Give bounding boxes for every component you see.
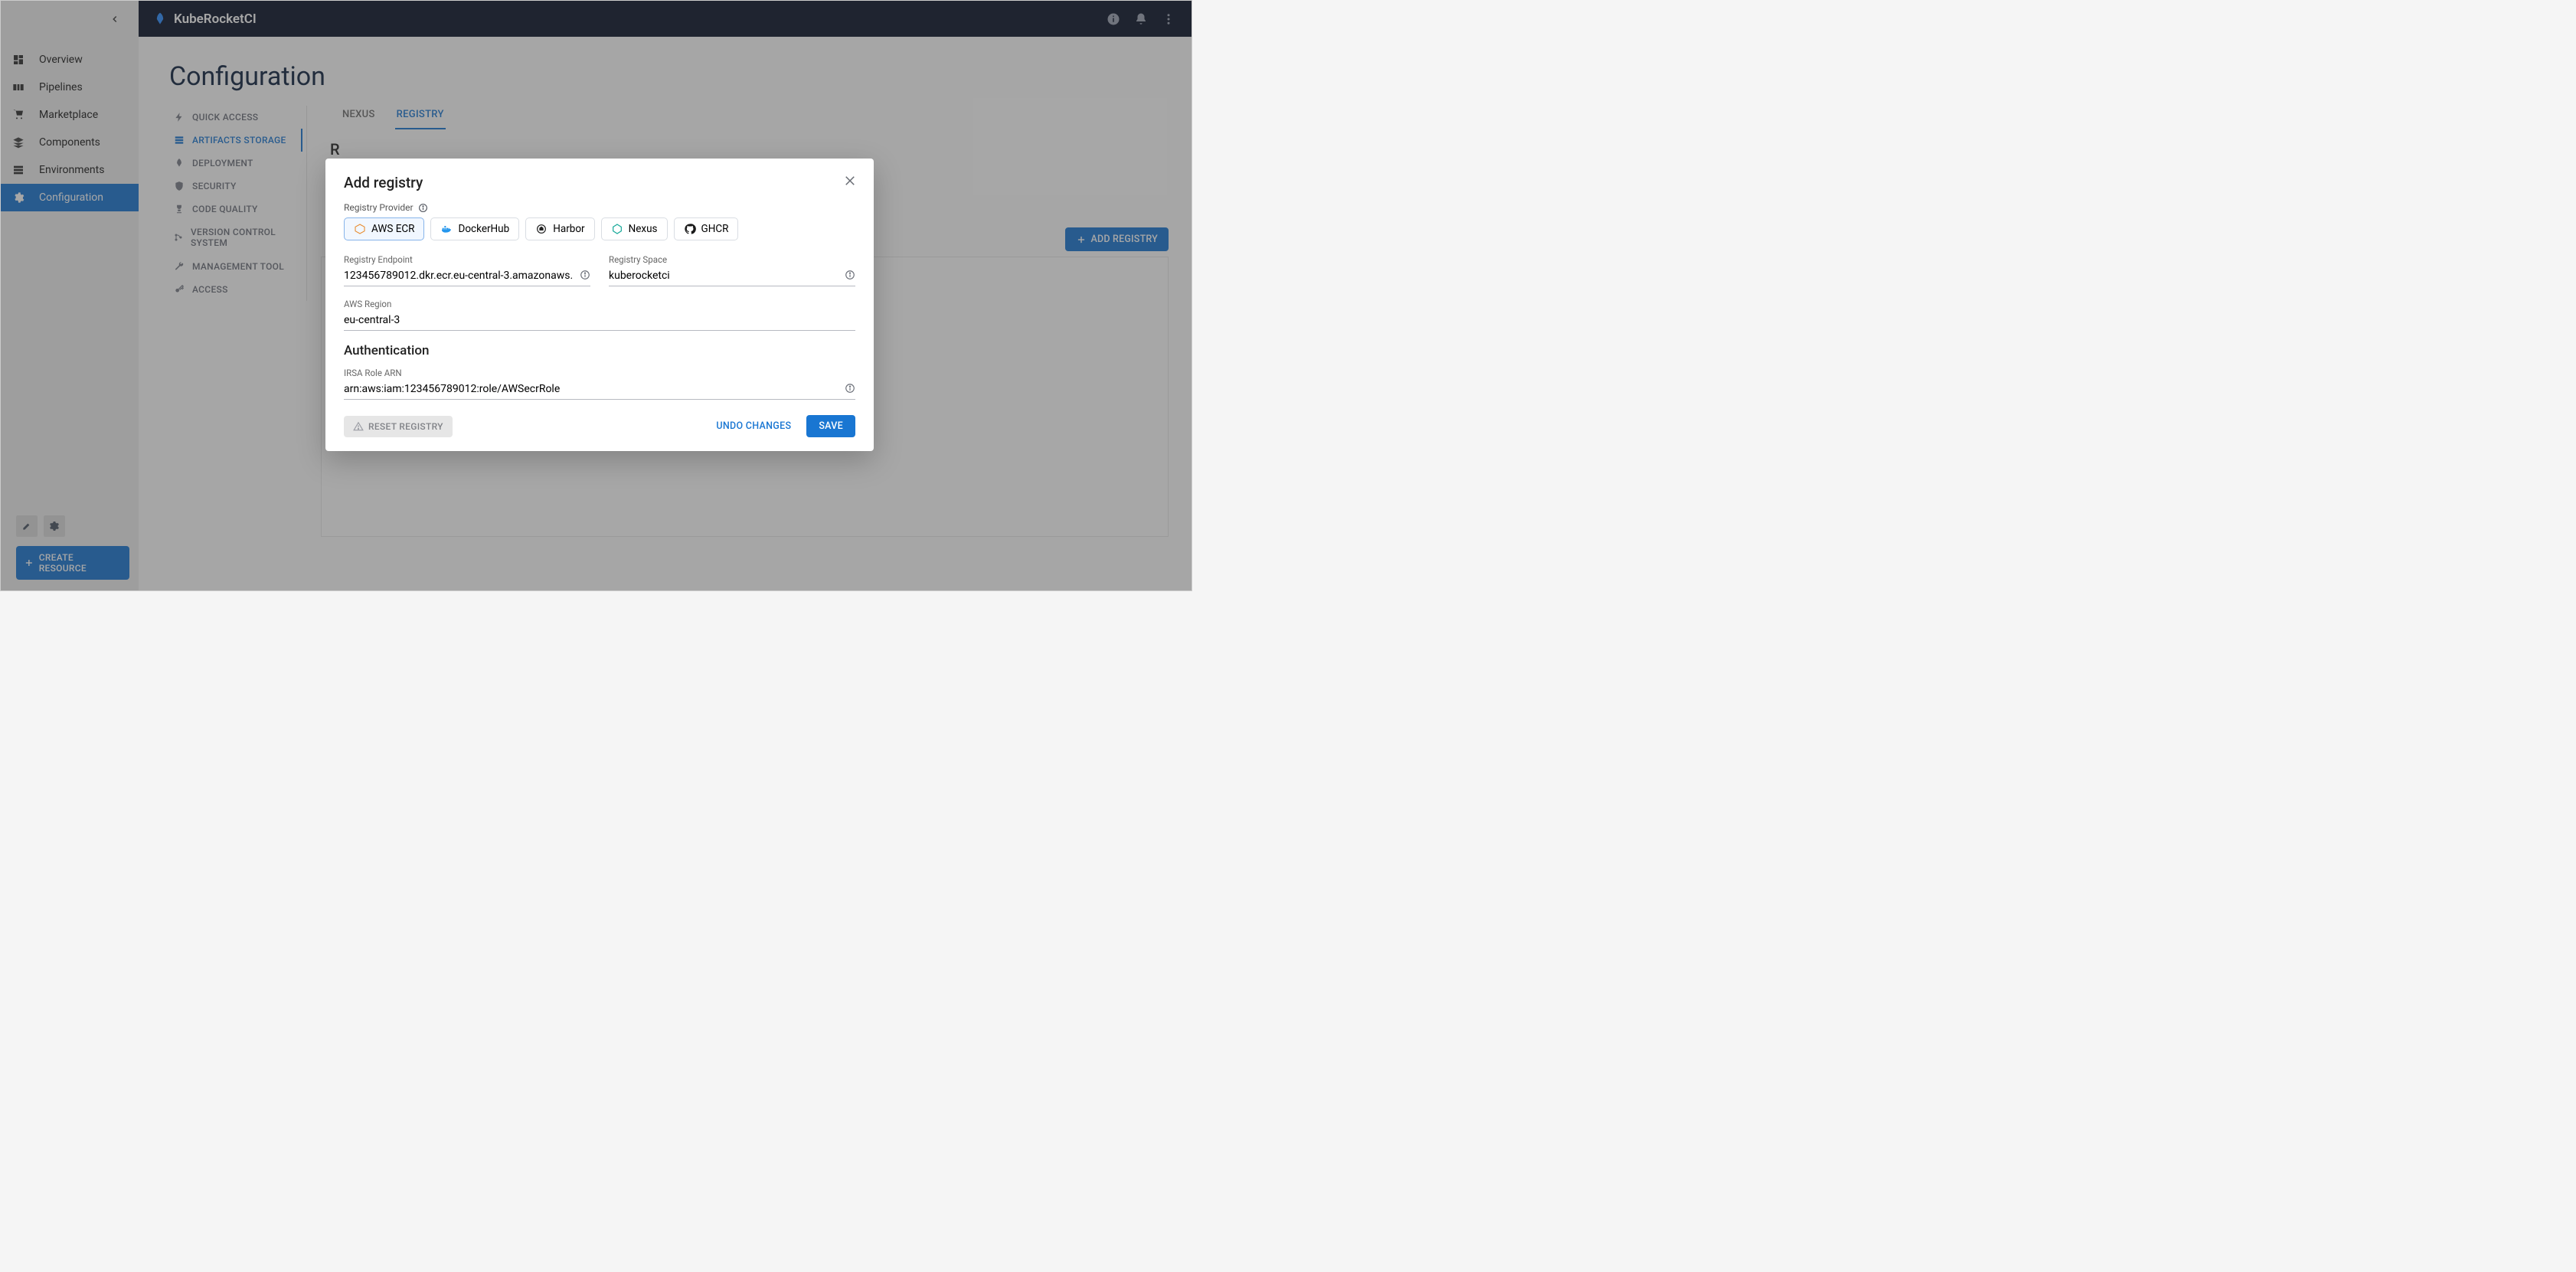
- space-info-button[interactable]: [845, 270, 855, 280]
- close-icon: [843, 174, 857, 188]
- info-icon: [845, 270, 855, 280]
- provider-dockerhub[interactable]: DockerHub: [430, 217, 519, 240]
- reset-label: RESET REGISTRY: [368, 421, 443, 432]
- irsa-input[interactable]: [344, 380, 855, 400]
- app-frame: KubeRocketCI Overview Pipelines Marke: [0, 0, 1192, 591]
- harbor-icon: [535, 223, 548, 235]
- nexus-icon: [611, 223, 623, 235]
- save-button[interactable]: SAVE: [806, 415, 855, 437]
- region-label: AWS Region: [344, 299, 855, 309]
- provider-chips: AWS ECR DockerHub Harbor Nexus GHCR: [344, 217, 855, 240]
- modal-title: Add registry: [344, 174, 855, 191]
- aws-icon: [354, 223, 366, 235]
- github-icon: [684, 223, 696, 235]
- endpoint-info-button[interactable]: [580, 270, 590, 280]
- provider-harbor[interactable]: Harbor: [525, 217, 594, 240]
- add-registry-modal: Add registry Registry Provider AWS ECR D…: [325, 159, 874, 451]
- docker-icon: [440, 223, 453, 235]
- reset-registry-button: RESET REGISTRY: [344, 416, 453, 437]
- space-label: Registry Space: [609, 254, 855, 265]
- provider-label-row: Registry Provider: [344, 202, 855, 213]
- region-input[interactable]: [344, 311, 855, 331]
- provider-label: Registry Provider: [344, 202, 414, 213]
- space-input[interactable]: [609, 266, 855, 286]
- info-icon: [580, 270, 590, 280]
- irsa-label: IRSA Role ARN: [344, 368, 855, 378]
- provider-ghcr[interactable]: GHCR: [674, 217, 739, 240]
- info-icon: [845, 383, 855, 394]
- auth-heading: Authentication: [344, 343, 855, 358]
- provider-aws-ecr[interactable]: AWS ECR: [344, 217, 424, 240]
- provider-nexus[interactable]: Nexus: [601, 217, 668, 240]
- endpoint-input[interactable]: [344, 266, 590, 286]
- undo-changes-button[interactable]: UNDO CHANGES: [707, 415, 800, 437]
- irsa-info-button[interactable]: [845, 383, 855, 394]
- endpoint-label: Registry Endpoint: [344, 254, 590, 265]
- warning-icon: [353, 421, 364, 432]
- close-button[interactable]: [843, 174, 857, 188]
- info-icon[interactable]: [418, 203, 428, 213]
